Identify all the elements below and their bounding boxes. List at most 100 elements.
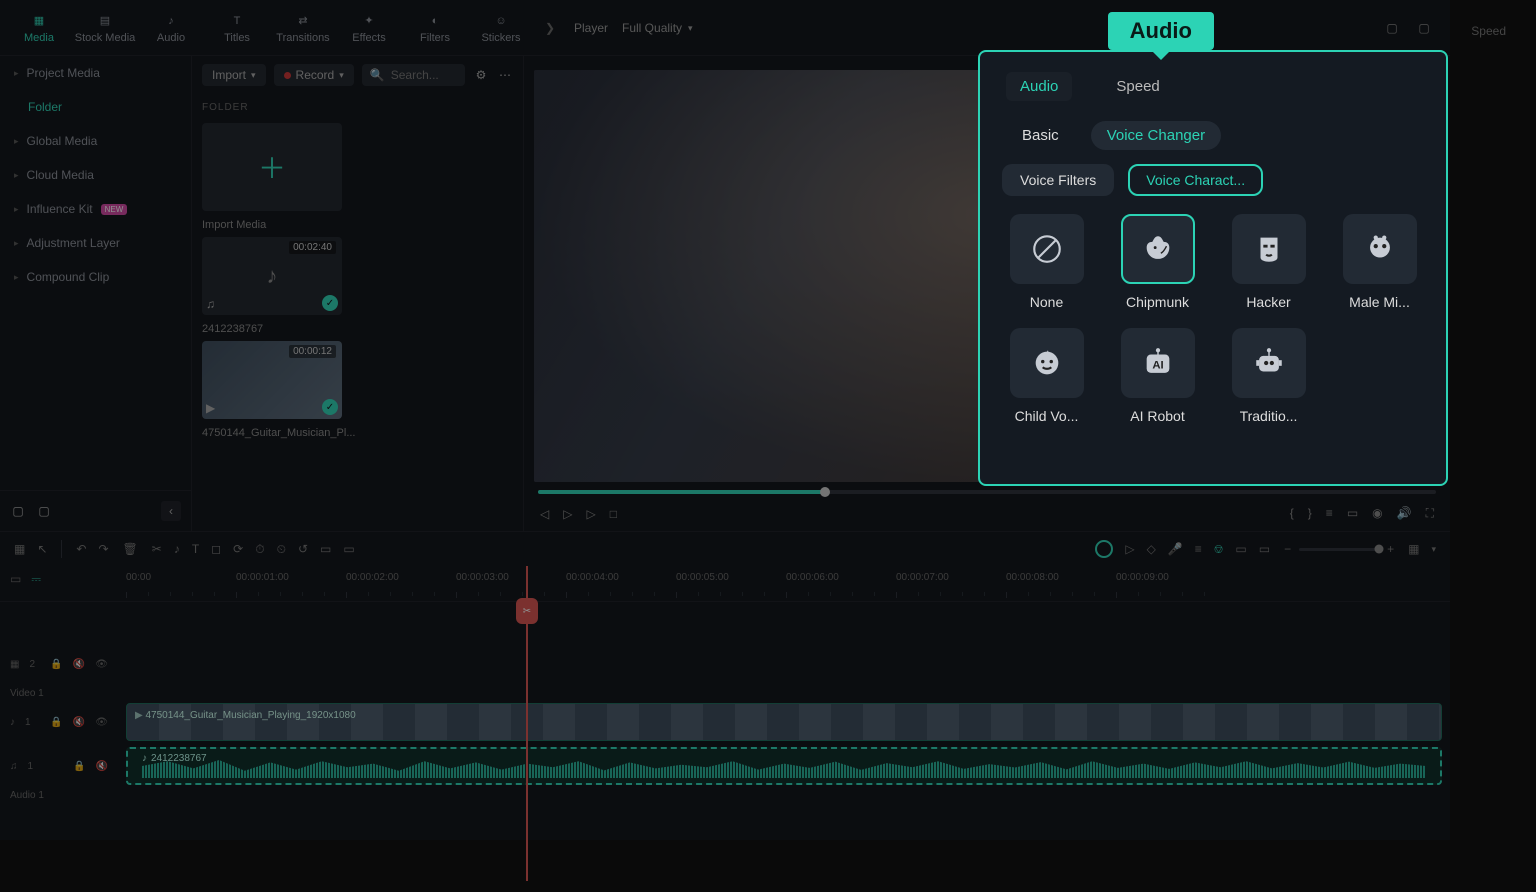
more-icon[interactable]: ⋯: [497, 67, 513, 83]
snapshot-icon[interactable]: ▢: [1384, 20, 1400, 36]
preset-child[interactable]: Child Vo...: [1002, 328, 1091, 424]
mute-icon[interactable]: 🔇: [73, 659, 85, 670]
eye-icon[interactable]: 👁: [95, 717, 108, 728]
undo-icon[interactable]: ↶: [76, 542, 86, 556]
scrubber[interactable]: [538, 490, 1436, 494]
lock-icon[interactable]: 🔒: [73, 761, 85, 772]
top-tab-stock-media[interactable]: ▤Stock Media: [74, 6, 136, 50]
delete-icon[interactable]: 🗑: [123, 542, 138, 556]
rect-icon[interactable]: ▭: [1259, 542, 1270, 556]
top-tab-media[interactable]: ▦Media: [8, 6, 70, 50]
top-tab-titles[interactable]: TTitles: [206, 6, 268, 50]
mute-icon[interactable]: 🔇: [96, 761, 108, 772]
search-input[interactable]: 🔍: [362, 64, 465, 86]
fullscreen-icon[interactable]: ⛶: [1426, 506, 1434, 521]
link-icon[interactable]: ⎓: [31, 572, 41, 595]
eye-icon[interactable]: 👁: [95, 659, 108, 670]
collapse-sidebar[interactable]: ‹: [161, 501, 181, 521]
brace-close-icon[interactable]: }: [1308, 506, 1312, 521]
music-icon[interactable]: ♪: [174, 542, 180, 556]
zoom-out-icon[interactable]: −: [1284, 542, 1291, 556]
top-tab-stickers[interactable]: ☺Stickers: [470, 6, 532, 50]
cursor-icon[interactable]: ↖: [37, 542, 47, 556]
play-icon[interactable]: ▷: [563, 507, 572, 521]
more-tabs-arrow[interactable]: ❯: [540, 0, 560, 56]
preset-none[interactable]: None: [1002, 214, 1091, 310]
magnet-icon[interactable]: ⎊: [1214, 542, 1224, 557]
quality-dropdown[interactable]: Full Quality▾: [622, 21, 693, 35]
preset-male[interactable]: Male Mi...: [1335, 214, 1424, 310]
panel-sub-voice-changer[interactable]: Voice Changer: [1091, 121, 1221, 150]
stop-icon[interactable]: □: [610, 507, 617, 521]
sidebar-item-global-media[interactable]: ▸Global Media: [0, 124, 191, 158]
footer-icon1[interactable]: ▢: [10, 503, 26, 519]
mixer-icon[interactable]: ≡: [1195, 542, 1202, 556]
playhead[interactable]: ✂: [526, 566, 528, 881]
redo-icon[interactable]: ↷: [98, 542, 108, 556]
panel-chip-voice-charact---[interactable]: Voice Charact...: [1128, 164, 1263, 196]
top-tab-effects[interactable]: ✦Effects: [338, 6, 400, 50]
mute-icon[interactable]: 🔇: [73, 717, 85, 728]
volume-icon[interactable]: 🔊: [1397, 506, 1412, 521]
zoom-slider[interactable]: [1299, 548, 1379, 551]
monitor-icon[interactable]: ▭: [1347, 506, 1358, 521]
top-tab-filters[interactable]: ◐Filters: [404, 6, 466, 50]
panel-chip-voice-filters[interactable]: Voice Filters: [1002, 164, 1114, 196]
timer-icon[interactable]: ⏲: [277, 542, 286, 557]
playhead-handle[interactable]: ✂: [516, 598, 538, 624]
track-head-audio[interactable]: ♫1 🔒 🔇: [0, 761, 118, 772]
snapshot2-icon[interactable]: ▢: [1416, 20, 1432, 36]
brace-open-icon[interactable]: {: [1290, 506, 1294, 521]
speed-icon[interactable]: ⏱: [255, 542, 264, 557]
track-head-main[interactable]: ♪1 🔒 🔇 👁: [0, 717, 118, 728]
sidebar-item-compound-clip[interactable]: ▸Compound Clip: [0, 260, 191, 294]
footer-icon2[interactable]: ▢: [36, 503, 52, 519]
group-icon[interactable]: ▭: [320, 542, 331, 556]
list-icon[interactable]: ≡: [1326, 506, 1333, 521]
crop-icon[interactable]: ◻: [211, 542, 221, 556]
play-tl-icon[interactable]: ▷: [1125, 542, 1134, 556]
clip-video[interactable]: 00:00:12 ▶ ✓: [202, 341, 342, 419]
add-folder[interactable]: ＋: [202, 123, 342, 211]
split-icon[interactable]: ✂: [152, 542, 162, 556]
rotate-icon[interactable]: ⟳: [233, 542, 243, 556]
zoom-in-icon[interactable]: +: [1387, 542, 1394, 556]
clip-audio[interactable]: 00:02:40 ♪ ♫ ✓: [202, 237, 342, 315]
track-head-video[interactable]: ▦2 🔒 🔇 👁: [0, 659, 118, 670]
preset-hacker[interactable]: Hacker: [1224, 214, 1313, 310]
sidebar-item-project-media[interactable]: ▸Project Media: [0, 56, 191, 90]
next-frame-icon[interactable]: ▷: [586, 507, 595, 521]
sidebar-item-cloud-media[interactable]: ▸Cloud Media: [0, 158, 191, 192]
prev-frame-icon[interactable]: ◁: [540, 507, 549, 521]
lock-icon[interactable]: 🔒: [50, 717, 62, 728]
video-clip[interactable]: ▶ 4750144_Guitar_Musician_Playing_1920x1…: [126, 703, 1442, 741]
record-button[interactable]: Record▾: [274, 64, 354, 86]
frame-icon[interactable]: ▭: [1235, 542, 1246, 556]
text-icon[interactable]: T: [192, 542, 199, 556]
panel-tab-speed[interactable]: Speed: [1102, 72, 1173, 101]
view-dropdown-icon[interactable]: ▾: [1431, 544, 1436, 555]
marker-green-icon[interactable]: [1095, 540, 1113, 558]
group2-icon[interactable]: ▭: [343, 542, 354, 556]
reverse-icon[interactable]: ↺: [298, 542, 308, 556]
preset-chipmunk[interactable]: Chipmunk: [1113, 214, 1202, 310]
top-tab-transitions[interactable]: ⇄Transitions: [272, 6, 334, 50]
top-tab-audio[interactable]: ♪Audio: [140, 6, 202, 50]
view-grid-icon[interactable]: ▦: [1408, 542, 1419, 556]
preset-robot[interactable]: Traditio...: [1224, 328, 1313, 424]
ruler-icon1[interactable]: ▭: [10, 572, 21, 595]
shield-icon[interactable]: ◇: [1147, 542, 1156, 556]
grid-icon[interactable]: ▦: [14, 542, 25, 556]
panel-tab-audio[interactable]: Audio: [1006, 72, 1072, 101]
camera-icon[interactable]: ◉: [1372, 506, 1382, 521]
panel-sub-basic[interactable]: Basic: [1006, 121, 1075, 150]
preset-ai[interactable]: AIAI Robot: [1113, 328, 1202, 424]
mic-icon[interactable]: 🎤: [1168, 542, 1183, 556]
import-button[interactable]: Import▾: [202, 64, 266, 86]
sidebar-item-adjustment-layer[interactable]: ▸Adjustment Layer: [0, 226, 191, 260]
audio-clip[interactable]: ♪2412238767: [126, 747, 1442, 785]
sidebar-item-influence-kit[interactable]: ▸Influence KitNEW: [0, 192, 191, 226]
lock-icon[interactable]: 🔒: [50, 659, 62, 670]
filter-icon[interactable]: ⚙: [473, 67, 489, 83]
sidebar-item-folder[interactable]: Folder: [0, 90, 191, 124]
